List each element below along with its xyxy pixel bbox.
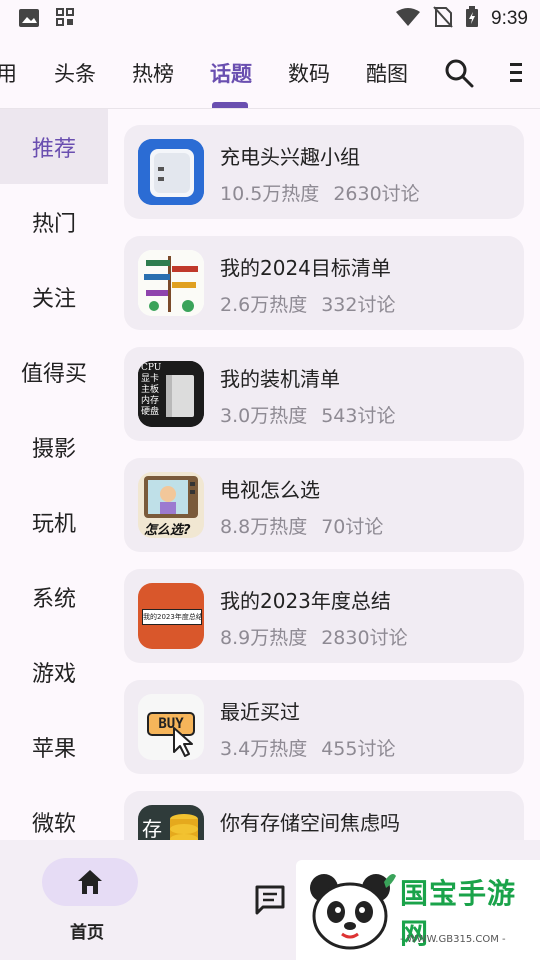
topic-heat: 8.9万热度 bbox=[220, 627, 308, 649]
topic-heat: 3.0万热度 bbox=[220, 405, 308, 427]
topic-meta: 8.8万热度 70讨论 bbox=[220, 512, 383, 539]
battery-icon bbox=[465, 6, 479, 32]
topic-title: 我的2023年度总结 bbox=[220, 589, 391, 613]
topic-title: 电视怎么选 bbox=[220, 478, 320, 502]
topic-heat: 2.6万热度 bbox=[220, 294, 308, 316]
tab-digital[interactable]: 数码 bbox=[288, 58, 330, 88]
topic-heat: 10.5万热度 bbox=[220, 183, 320, 205]
topic-meta: 2.6万热度 332讨论 bbox=[220, 290, 395, 317]
sidebar-item-following[interactable]: 关注 bbox=[0, 259, 108, 334]
more-tabs-button[interactable] bbox=[508, 60, 524, 86]
tab-cool-images[interactable]: 酷图 bbox=[366, 58, 408, 88]
image-icon bbox=[18, 8, 40, 32]
topic-thumbnail-annual-summary: 我的2023年度总结 bbox=[138, 583, 204, 649]
search-button[interactable] bbox=[444, 58, 474, 88]
topic-discussions: 332讨论 bbox=[321, 294, 396, 316]
topic-discussions: 455讨论 bbox=[321, 738, 396, 760]
topic-discussions: 70讨论 bbox=[321, 516, 384, 538]
topic-card[interactable]: BUY 最近买过 3.4万热度 455讨论 bbox=[124, 680, 524, 774]
topic-title: 你有存储空间焦虑吗 bbox=[220, 811, 400, 835]
topic-thumbnail-charger bbox=[138, 139, 204, 205]
tab-partial[interactable]: 用 bbox=[0, 58, 17, 88]
sidebar-item-popular[interactable]: 热门 bbox=[0, 184, 108, 259]
summary-banner: 我的2023年度总结 bbox=[142, 609, 202, 625]
topic-card[interactable]: 怎么选? 电视怎么选 8.8万热度 70讨论 bbox=[124, 458, 524, 552]
topic-card[interactable]: 我的2024目标清单 2.6万热度 332讨论 bbox=[124, 236, 524, 330]
status-bar: 9:39 bbox=[0, 0, 540, 36]
topic-meta: 10.5万热度 2630讨论 bbox=[220, 179, 420, 206]
grid-icon bbox=[56, 8, 74, 32]
menu-icon bbox=[508, 63, 524, 90]
topic-title: 我的2024目标清单 bbox=[220, 256, 391, 280]
active-tab-indicator bbox=[212, 102, 248, 108]
cursor-icon bbox=[173, 727, 193, 757]
topic-thumbnail-goals bbox=[138, 250, 204, 316]
home-icon bbox=[74, 866, 106, 898]
coin-stack-image bbox=[170, 814, 198, 840]
topic-meta: 3.4万热度 455讨论 bbox=[220, 734, 395, 761]
topic-heat: 3.4万热度 bbox=[220, 738, 308, 760]
message-icon[interactable] bbox=[254, 884, 286, 916]
status-time: 9:39 bbox=[491, 8, 528, 29]
sidebar-item-games[interactable]: 游戏 bbox=[0, 634, 108, 709]
wifi-icon bbox=[395, 7, 421, 31]
pc-parts-list: CPU 显卡 主板 内存 硬盘 bbox=[141, 363, 162, 417]
topic-title: 充电头兴趣小组 bbox=[220, 145, 360, 169]
topic-thumbnail-pc-build: CPU 显卡 主板 内存 硬盘 bbox=[138, 361, 204, 427]
sidebar-item-worth-buying[interactable]: 值得买 bbox=[0, 334, 108, 409]
site-watermark: 国宝手游网 - WWW.GB315.COM - bbox=[296, 860, 540, 960]
topic-card[interactable]: CPU 显卡 主板 内存 硬盘 我的装机清单 3.0万热度 543讨论 bbox=[124, 347, 524, 441]
topic-discussions: 543讨论 bbox=[321, 405, 396, 427]
topic-meta: 8.9万热度 2830讨论 bbox=[220, 623, 408, 650]
topic-heat: 8.8万热度 bbox=[220, 516, 308, 538]
category-sidebar: 推荐 热门 关注 值得买 摄影 玩机 系统 游戏 苹果 微软 bbox=[0, 109, 108, 840]
goals-image bbox=[138, 250, 204, 316]
topic-title: 最近买过 bbox=[220, 700, 300, 724]
topic-card[interactable]: 充电头兴趣小组 10.5万热度 2630讨论 bbox=[124, 125, 524, 219]
sidebar-item-photography[interactable]: 摄影 bbox=[0, 409, 108, 484]
topic-thumbnail-tv: 怎么选? bbox=[138, 472, 204, 538]
topic-meta: 3.0万热度 543讨论 bbox=[220, 401, 395, 428]
topic-card[interactable]: 我的2023年度总结 我的2023年度总结 8.9万热度 2830讨论 bbox=[124, 569, 524, 663]
charger-image bbox=[138, 139, 204, 205]
topic-card[interactable]: 存 你有存储空间焦虑吗 bbox=[124, 791, 524, 840]
topic-thumbnail-storage: 存 bbox=[138, 805, 204, 840]
search-icon bbox=[444, 59, 474, 92]
tv-caption: 怎么选? bbox=[144, 523, 191, 538]
topic-discussions: 2630讨论 bbox=[333, 183, 420, 205]
tab-topics[interactable]: 话题 bbox=[210, 58, 252, 88]
topic-thumbnail-recently-bought: BUY bbox=[138, 694, 204, 760]
topic-title: 我的装机清单 bbox=[220, 367, 340, 391]
panda-logo bbox=[310, 874, 396, 950]
topic-discussions: 2830讨论 bbox=[321, 627, 408, 649]
sidebar-item-system[interactable]: 系统 bbox=[0, 559, 108, 634]
topic-list: 充电头兴趣小组 10.5万热度 2630讨论 我的2024目标清单 2.6万热度 3… bbox=[108, 109, 540, 840]
watermark-url: - WWW.GB315.COM - bbox=[400, 934, 506, 945]
tab-hot-list[interactable]: 热榜 bbox=[132, 58, 174, 88]
sidebar-item-recommended[interactable]: 推荐 bbox=[0, 109, 108, 184]
tab-headlines[interactable]: 头条 bbox=[54, 58, 96, 88]
sidebar-item-tinkering[interactable]: 玩机 bbox=[0, 484, 108, 559]
no-sim-icon bbox=[433, 6, 453, 32]
nav-home-label: 首页 bbox=[70, 923, 104, 943]
sidebar-item-apple[interactable]: 苹果 bbox=[0, 709, 108, 784]
